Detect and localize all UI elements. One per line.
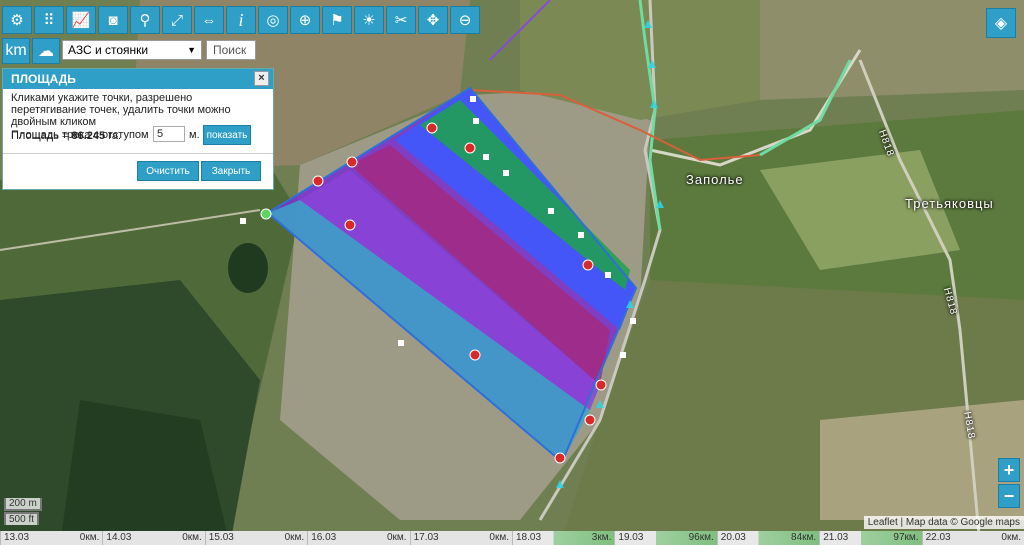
timeline-day[interactable]: 16.03 0км.: [307, 531, 410, 545]
chart-icon[interactable]: 📈: [66, 6, 96, 34]
timeline-day[interactable]: 22.03 0км.: [921, 531, 1024, 545]
geofence-icon[interactable]: ⚲: [130, 6, 160, 34]
timeline-date: 13.03: [4, 532, 30, 543]
sunrise-icon[interactable]: ☀: [354, 6, 384, 34]
search-input[interactable]: Поиск: [206, 40, 256, 60]
grid-icon[interactable]: ⠿: [34, 6, 64, 34]
zoom-out-button[interactable]: −: [998, 484, 1020, 508]
marker-icon[interactable]: ⚑: [322, 6, 352, 34]
timeline-distance: 0км.: [79, 532, 100, 543]
crosshair-icon[interactable]: ⊕: [290, 6, 320, 34]
timeline-day[interactable]: 18.03 3км.: [512, 531, 615, 545]
poi-filter-value: АЗС и стоянки: [68, 43, 149, 57]
timeline-day[interactable]: 17.03 0км.: [409, 531, 512, 545]
attribution: Leaflet | Map data © Google maps: [863, 516, 1024, 529]
timeline-date: 18.03: [516, 532, 542, 543]
area-hint: Кликами укажите точки, разрешено перетяг…: [11, 92, 231, 128]
timeline-distance: 0км.: [182, 532, 202, 543]
scissors-icon[interactable]: ✂: [386, 6, 416, 34]
timeline-distance: 3км.: [591, 532, 612, 543]
chevron-down-icon: ▼: [187, 45, 196, 55]
cloud-icon[interactable]: ☁: [32, 38, 60, 64]
timeline-date: 17.03: [413, 532, 439, 543]
scale-imperial: 500 ft: [4, 512, 40, 525]
offset-unit: м.: [189, 129, 200, 141]
target-icon[interactable]: ◎: [258, 6, 288, 34]
offset-input[interactable]: 5: [153, 126, 185, 142]
area-panel-title: ПЛОЩАДЬ: [11, 72, 76, 86]
show-button[interactable]: показать: [203, 125, 251, 145]
move-icon[interactable]: ✥: [418, 6, 448, 34]
place-label-zapolye: Заполье: [686, 172, 744, 187]
timeline-date: 14.03: [106, 532, 132, 543]
timeline-date: 22.03: [925, 532, 951, 543]
timeline-day[interactable]: 15.03 0км.: [204, 531, 308, 545]
timeline-distance: 0км.: [284, 532, 305, 543]
timeline-distance: 97км.: [893, 532, 919, 543]
timeline-distance: 0км.: [1001, 532, 1021, 543]
timeline-date: 21.03: [823, 532, 849, 543]
divider: [3, 153, 273, 154]
fullscreen-icon[interactable]: ⤢: [162, 6, 192, 34]
km-button[interactable]: km: [2, 38, 30, 64]
camera-icon[interactable]: ◙: [98, 6, 128, 34]
area-panel: ПЛОЩАДЬ × Кликами укажите точки, разреше…: [2, 68, 274, 190]
timeline-day[interactable]: 20.03 84км.: [716, 531, 820, 545]
poi-filter-select[interactable]: АЗС и стоянки ▼: [62, 40, 202, 60]
place-label-tretyakovtsy: Третьяковцы: [905, 196, 994, 211]
timeline-distance: 0км.: [386, 532, 407, 543]
timeline-day[interactable]: 13.03 0км.: [0, 531, 103, 545]
clear-button[interactable]: Очистить: [137, 161, 199, 181]
timeline-distance: 96км.: [688, 532, 714, 543]
timeline-bar[interactable]: 13.03 0км. 14.03 0км. 15.03 0км. 16.03 0км. 17.0…: [0, 531, 1024, 545]
speed-icon[interactable]: ⇔: [194, 6, 224, 34]
timeline-day[interactable]: 19.03 96км.: [614, 531, 717, 545]
zoom-in-button[interactable]: +: [998, 458, 1020, 482]
settings-icon[interactable]: ⚙: [2, 6, 32, 34]
info-icon[interactable]: i: [226, 6, 256, 34]
timeline-day[interactable]: 21.03 97км.: [819, 531, 922, 545]
timeline-distance: 84км.: [791, 532, 817, 543]
timeline-date: 16.03: [311, 532, 337, 543]
timeline-day[interactable]: 14.03 0км.: [102, 531, 205, 545]
scale-metric: 200 m: [4, 498, 42, 511]
timeline-date: 15.03: [208, 532, 234, 543]
timeline-date: 20.03: [720, 532, 746, 543]
close-icon[interactable]: ×: [254, 71, 269, 86]
timeline-distance: 0км.: [489, 532, 509, 543]
timeline-date: 19.03: [618, 532, 644, 543]
close-button[interactable]: Закрыть: [201, 161, 261, 181]
remove-icon[interactable]: ⊖: [450, 6, 480, 34]
layers-icon[interactable]: ◈: [986, 8, 1016, 38]
track-area-label: Площадь трека с отступом: [11, 129, 149, 141]
area-panel-header: ПЛОЩАДЬ ×: [3, 69, 273, 89]
